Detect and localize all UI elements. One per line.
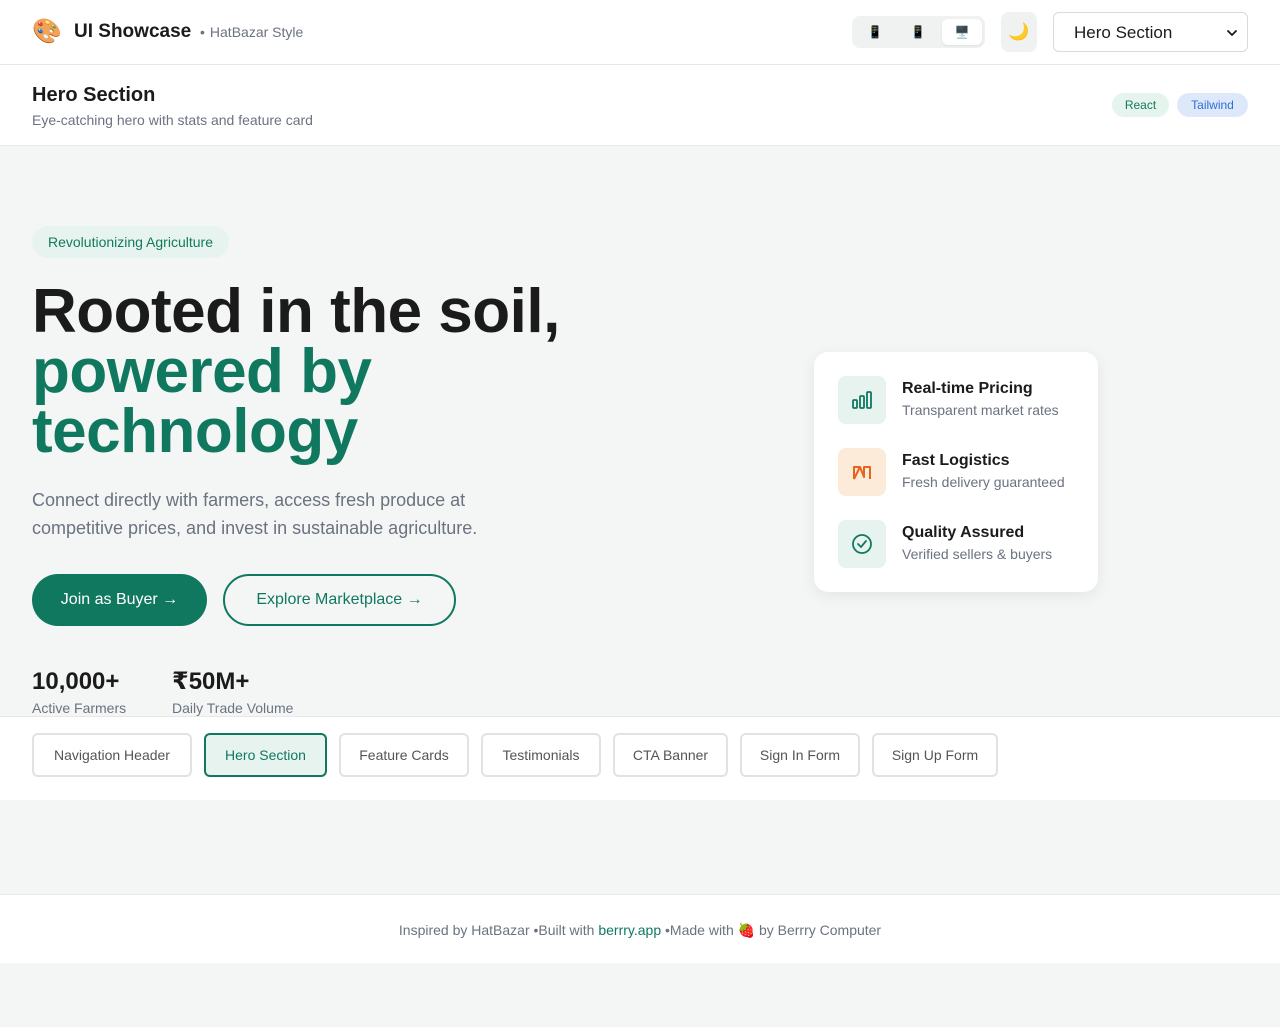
hero-subtitle: Connect directly with farmers, access fr… (32, 490, 478, 538)
tab-navigation-header[interactable]: Navigation Header (32, 733, 192, 777)
stat-farmers-label: Active Farmers (32, 700, 127, 716)
stat-farmers-value: 10,000+ (32, 668, 120, 695)
hero-badge: Revolutionizing Agriculture (32, 226, 229, 258)
desktop-view-button[interactable]: 🖥️ (942, 19, 982, 45)
footer: Inspired by HatBazar Built with berrry.ap… (0, 894, 1280, 963)
feature-card: Real-time Pricing Transparent market rat… (814, 352, 1098, 592)
footer-inspired: Inspired by HatBazar (398, 922, 530, 938)
tab-hero-section[interactable]: Hero Section (204, 733, 327, 777)
app-subtitle: HatBazar Style (200, 23, 303, 41)
footer-separator (661, 922, 670, 938)
device-switcher: 📱 📱 🖥️ (852, 16, 985, 48)
truck-icon (853, 466, 871, 480)
section-title: Hero Section (32, 84, 156, 106)
tab-cta-banner[interactable]: CTA Banner (613, 733, 728, 777)
hero-title-line2: powered by (32, 337, 372, 406)
explore-marketplace-button[interactable]: Explore Marketplace → (223, 574, 456, 626)
feature-icon-box (838, 448, 886, 496)
hero-title-line1: Rooted in the soil, (32, 277, 560, 346)
tab-testimonials[interactable]: Testimonials (481, 733, 601, 777)
feature-icon-box (838, 520, 886, 568)
section-select[interactable]: Hero Section (1053, 12, 1248, 52)
footer-by: by Berrry Computer (758, 922, 882, 938)
mobile-view-button[interactable]: 📱 (855, 19, 895, 45)
section-description: Eye-catching hero with stats and feature… (32, 112, 313, 128)
stat-volume-label: Daily Trade Volume (172, 700, 294, 716)
hero-title-line3: technology (32, 397, 358, 466)
check-circle-icon (852, 534, 872, 554)
feature-description: Fresh delivery guaranteed (902, 474, 1065, 490)
feature-description: Verified sellers & buyers (902, 546, 1053, 562)
join-as-buyer-button[interactable]: Join as Buyer → (32, 574, 207, 626)
top-bar: 🎨 UI Showcase HatBazar Style 📱 📱 🖥️ 🌙 He… (0, 0, 1280, 65)
tablet-view-button[interactable]: 📱 (898, 19, 938, 45)
feature-icon-box (838, 376, 886, 424)
tab-sign-in-form[interactable]: Sign In Form (740, 733, 860, 777)
strawberry-icon: 🍓 (737, 922, 756, 938)
hero-title: Rooted in the soil, powered by technolog… (32, 281, 652, 466)
section-select-value: Hero Section (1074, 23, 1173, 42)
feature-description: Transparent market rates (902, 402, 1059, 418)
stat-volume-value: ₹50M+ (172, 668, 250, 695)
feature-title: Real-time Pricing (902, 380, 1033, 397)
footer-made-with: Made with (669, 922, 734, 938)
component-tabs: Navigation Header Hero Section Feature C… (0, 716, 1280, 800)
feature-title: Fast Logistics (902, 452, 1010, 469)
tab-feature-cards[interactable]: Feature Cards (339, 733, 469, 777)
bar-chart-icon (852, 391, 872, 409)
footer-built-with: Built with (538, 922, 595, 938)
feature-title: Quality Assured (902, 524, 1025, 541)
tag-react: React (1112, 93, 1169, 117)
tab-sign-up-form[interactable]: Sign Up Form (872, 733, 998, 777)
berrry-app-link[interactable]: berrry.app (598, 922, 661, 938)
dark-mode-toggle[interactable]: 🌙 (1001, 12, 1037, 52)
app-title: UI Showcase (74, 21, 192, 42)
tag-tailwind: Tailwind (1177, 93, 1248, 117)
footer-text: Inspired by HatBazar Built with berrry.ap… (0, 921, 1280, 939)
chevron-down-icon (1227, 30, 1237, 36)
palette-icon: 🎨 (32, 18, 62, 45)
section-header: Hero Section Eye-catching hero with stat… (0, 65, 1280, 146)
